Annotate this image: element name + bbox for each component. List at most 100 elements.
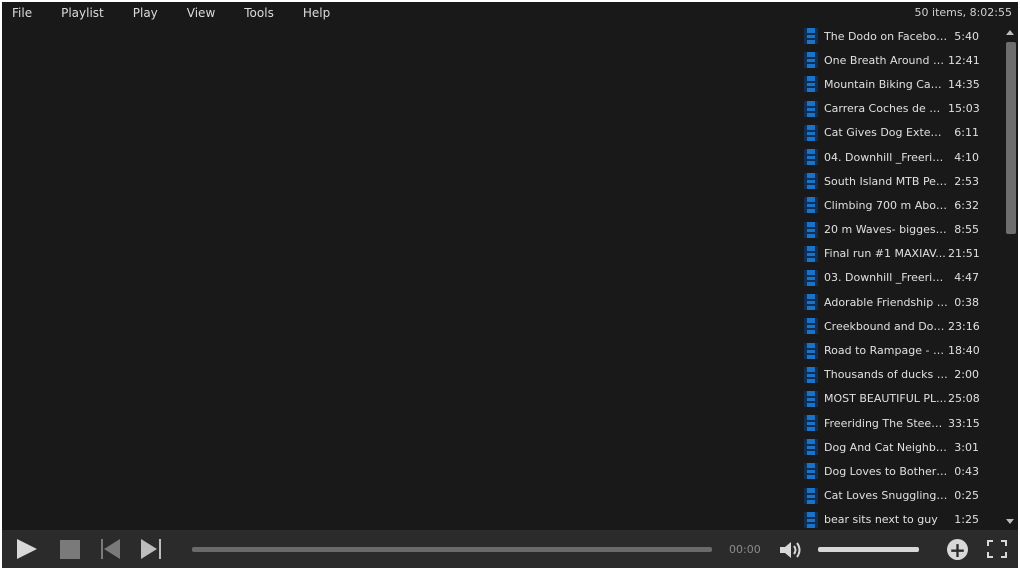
video-file-icon	[804, 318, 818, 335]
fullscreen-icon[interactable]	[987, 540, 1007, 558]
menu-file[interactable]: File	[2, 6, 42, 20]
playlist-item[interactable]: Climbing 700 m Above ... 6:32	[800, 193, 1003, 217]
playlist-item-duration: 23:16	[948, 319, 980, 333]
video-area[interactable]	[2, 24, 798, 530]
playlist-item-title: Carrera Coches de M...	[824, 102, 948, 116]
previous-icon[interactable]	[101, 539, 121, 559]
playlist-item[interactable]: MOST BEAUTIFUL PL... 25:08	[800, 387, 1003, 411]
playlist-item-duration: 0:25	[954, 489, 979, 503]
playlist-item[interactable]: Cat Loves Snuggling Dog 0:25	[800, 484, 1003, 508]
video-file-icon	[804, 342, 818, 359]
playlist-summary: 50 items, 8:02:55	[914, 6, 1012, 19]
menu-tools[interactable]: Tools	[234, 6, 284, 20]
video-file-icon	[804, 173, 818, 190]
scroll-thumb[interactable]	[1006, 42, 1016, 234]
video-file-icon	[804, 149, 818, 166]
menu-play[interactable]: Play	[123, 6, 168, 20]
playlist-item[interactable]: Cat Gives Dog Extensi... 6:11	[800, 121, 1003, 145]
add-icon[interactable]: +	[947, 539, 968, 560]
playlist-item[interactable]: 04. Downhill _Freeride ... 4:10	[800, 145, 1003, 169]
playlist-item-duration: 0:38	[954, 295, 979, 309]
playlist-item-duration: 18:40	[948, 344, 980, 358]
playlist-item-title: 20 m Waves- biggest S...	[824, 223, 948, 237]
playlist-panel: The Dodo on Facebook... 5:40 One Breath Ar…	[800, 24, 1003, 530]
playlist-item-title: Dog And Cat Neighbor...	[824, 440, 948, 454]
playlist-item[interactable]: Carrera Coches de M... 15:03	[800, 97, 1003, 121]
playlist-item-duration: 6:32	[954, 198, 979, 212]
playlist-scrollbar[interactable]	[1003, 24, 1018, 530]
playlist-item-title: South Island MTB Perf...	[824, 174, 948, 188]
video-file-icon	[804, 390, 818, 407]
playlist-item-duration: 15:03	[948, 102, 980, 116]
playlist-item-title: Cat Loves Snuggling Dog	[824, 489, 948, 503]
video-file-icon	[804, 269, 818, 286]
video-file-icon	[804, 463, 818, 480]
playlist-item-duration: 5:40	[954, 29, 979, 43]
playlist-item-title: The Dodo on Facebook...	[824, 29, 948, 43]
video-file-icon	[804, 366, 818, 383]
playlist-item[interactable]: One Breath Around T... 12:41	[800, 48, 1003, 72]
playlist-item-title: Road to Rampage - T...	[824, 344, 948, 358]
video-file-icon	[804, 221, 818, 238]
playlist-item[interactable]: Final run #1 MAXIAV... 21:51	[800, 242, 1003, 266]
playlist-item[interactable]: Adorable Friendship Be... 0:38	[800, 290, 1003, 314]
playlist-item[interactable]: Creekbound and Down 23:16	[800, 314, 1003, 338]
playlist-item[interactable]: The Dodo on Facebook... 5:40	[800, 24, 1003, 48]
video-file-icon	[804, 511, 818, 528]
playlist-item[interactable]: Mountain Biking Capt... 14:35	[800, 72, 1003, 96]
playlist-item-title: One Breath Around T...	[824, 53, 948, 67]
playlist-item-title: Final run #1 MAXIAV...	[824, 247, 946, 261]
playlist-item-title: Adorable Friendship Be...	[824, 295, 948, 309]
playlist-item-duration: 1:25	[954, 513, 979, 527]
playlist-item[interactable]: Freeriding The Steep ... 33:15	[800, 411, 1003, 435]
playlist-item-title: Freeriding The Steep ...	[824, 416, 948, 430]
playlist-item-title: MOST BEAUTIFUL PL...	[824, 392, 947, 406]
playlist-item-title: Climbing 700 m Above ...	[824, 198, 948, 212]
playlist-item-title: bear sits next to guy	[824, 513, 938, 527]
play-icon[interactable]	[17, 539, 37, 559]
video-file-icon	[804, 439, 818, 456]
menu-help[interactable]: Help	[293, 6, 340, 20]
playlist-item[interactable]: Dog And Cat Neighbor... 3:01	[800, 435, 1003, 459]
menu-bar: File Playlist Play View Tools Help	[2, 2, 1018, 24]
scroll-down-arrow-icon[interactable]	[1006, 519, 1014, 524]
video-file-icon	[804, 197, 818, 214]
volume-slider[interactable]	[818, 547, 919, 552]
video-file-icon	[804, 294, 818, 311]
menu-playlist[interactable]: Playlist	[51, 6, 114, 20]
playlist-item[interactable]: Thousands of ducks rel... 2:00	[800, 363, 1003, 387]
playlist-item-duration: 0:43	[954, 464, 979, 478]
playlist-item-title: 04. Downhill _Freeride ...	[824, 150, 948, 164]
playlist-item-title: 03. Downhill _Freeride ...	[824, 271, 948, 285]
volume-icon[interactable]	[778, 540, 804, 560]
playlist-item-duration: 4:47	[954, 271, 979, 285]
playlist-item-duration: 33:15	[948, 416, 980, 430]
scroll-up-arrow-icon[interactable]	[1006, 30, 1014, 35]
video-file-icon	[804, 487, 818, 504]
playlist-item-duration: 2:00	[954, 368, 979, 382]
playlist-item[interactable]: 20 m Waves- biggest S... 8:55	[800, 218, 1003, 242]
playlist-item[interactable]: 03. Downhill _Freeride ... 4:47	[800, 266, 1003, 290]
playlist-item-duration: 3:01	[954, 440, 979, 454]
playlist-item-duration: 4:10	[954, 150, 979, 164]
playlist-item[interactable]: bear sits next to guy 1:25	[800, 508, 1003, 530]
current-time: 00:00	[729, 543, 761, 556]
video-file-icon	[804, 76, 818, 93]
playlist-item-duration: 25:08	[948, 392, 980, 406]
playlist-item[interactable]: South Island MTB Perf... 2:53	[800, 169, 1003, 193]
playlist-item-duration: 2:53	[954, 174, 979, 188]
playlist-item-title: Creekbound and Down	[824, 319, 948, 333]
playlist-item[interactable]: Dog Loves to Bother hi... 0:43	[800, 459, 1003, 483]
video-file-icon	[804, 245, 818, 262]
playlist-item-duration: 6:11	[954, 126, 979, 140]
stop-icon[interactable]	[60, 540, 80, 559]
menu-view[interactable]: View	[177, 6, 225, 20]
seek-bar[interactable]	[192, 547, 712, 552]
playlist-item-title: Mountain Biking Capt...	[824, 77, 948, 91]
next-icon[interactable]	[141, 539, 161, 559]
playlist-item[interactable]: Road to Rampage - T... 18:40	[800, 338, 1003, 362]
video-file-icon	[804, 28, 818, 45]
playlist-item-duration: 14:35	[948, 77, 980, 91]
playlist-item-duration: 8:55	[954, 223, 979, 237]
video-file-icon	[804, 100, 818, 117]
